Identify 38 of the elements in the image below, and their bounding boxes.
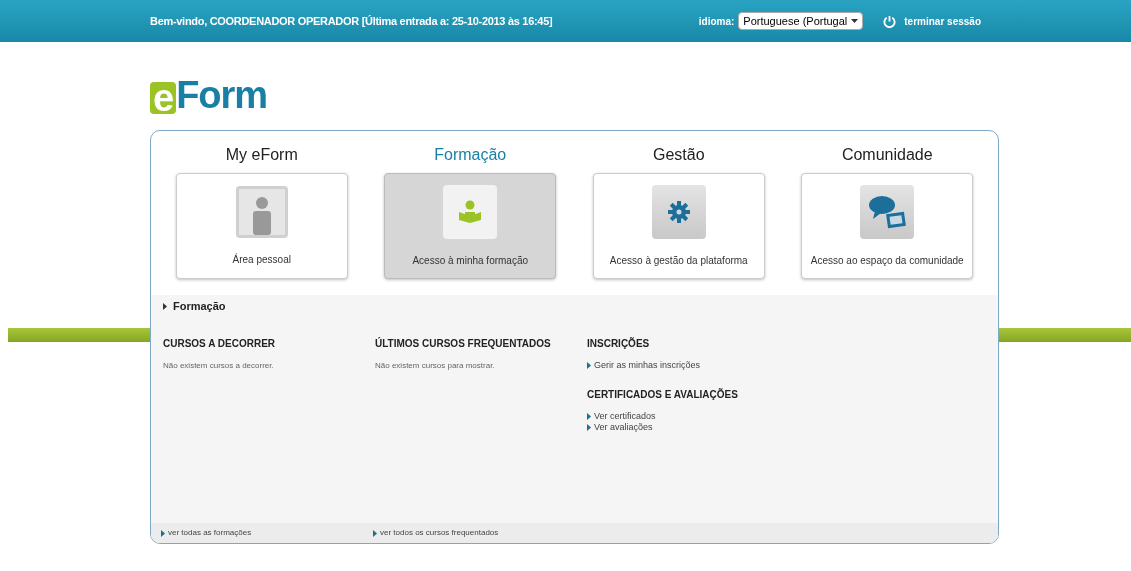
card-label: Acesso à minha formação	[412, 253, 529, 268]
power-icon	[883, 14, 897, 28]
section-title: Comunidade	[841, 145, 933, 165]
link[interactable]: Ver certificados	[587, 411, 986, 422]
language-select[interactable]: Portuguese (Portugal	[738, 12, 864, 30]
footer-link[interactable]: ver todos os cursos frequentados	[373, 527, 585, 539]
caret-icon	[163, 302, 167, 310]
caret-icon	[161, 529, 165, 537]
reader-icon	[443, 184, 498, 239]
link[interactable]: Gerir as minhas inscrições	[587, 360, 986, 371]
caret-icon	[373, 529, 377, 537]
section-card[interactable]: Acesso à gestão da plataforma	[592, 173, 765, 279]
caret-icon	[851, 19, 859, 23]
chat-icon	[860, 184, 915, 239]
caret-icon	[587, 362, 591, 369]
column-heading: CERTIFICADOS E AVALIAÇÕES	[587, 387, 739, 402]
link[interactable]: Ver avaliações	[587, 422, 986, 433]
gear-icon	[651, 184, 706, 239]
language-label: idioma:	[698, 14, 735, 29]
column-heading: INSCRIÇÕES	[587, 336, 651, 351]
section-card[interactable]: Área pessoal	[175, 173, 348, 279]
section-title: My eForm	[225, 145, 298, 165]
person-icon	[235, 185, 288, 238]
breadcrumb: Formação	[173, 298, 226, 314]
column-heading: ÚLTIMOS CURSOS FREQUENTADOS	[375, 336, 552, 351]
section-title: Formação	[434, 145, 507, 165]
section-title: Gestão	[652, 145, 705, 165]
card-label: Acesso à gestão da plataforma	[609, 253, 748, 268]
empty-message: Não existem cursos para mostrar.	[375, 360, 496, 372]
column-heading: CURSOS A DECORRER	[163, 337, 277, 351]
welcome-text: Bem-vindo, COORDENADOR OPERADOR [Última entrada a: 25-10-2013 às 16:45]	[150, 13, 553, 29]
card-label: Acesso ao espaço da comunidade	[810, 253, 964, 268]
card-label: Área pessoal	[232, 252, 291, 267]
empty-message: Não existem cursos a decorrer.	[163, 360, 275, 372]
footer-link[interactable]: ver todas as formações	[161, 527, 373, 539]
logo: eForm	[150, 78, 1131, 114]
section-card[interactable]: Acesso à minha formação	[384, 173, 557, 279]
section-card[interactable]: Acesso ao espaço da comunidade	[801, 173, 974, 279]
